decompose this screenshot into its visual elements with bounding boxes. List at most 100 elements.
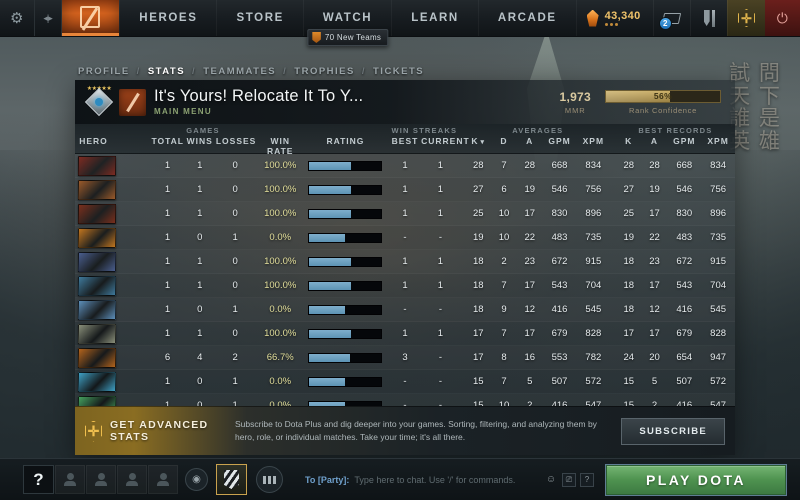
hero-portrait[interactable] [78, 396, 116, 406]
nav-item-learn[interactable]: LEARN [391, 0, 478, 36]
column-header-rec_gpm[interactable]: GPM [667, 136, 701, 146]
cell-winrate: 100.0% [264, 208, 297, 219]
hero-stats-table[interactable]: 1 1 0 100.0% 1 1 28 7 28 668 834 28 28 668 834 1 1 0 100.0… [75, 154, 735, 406]
hero-portrait[interactable] [78, 300, 116, 320]
hero-portrait[interactable] [78, 228, 116, 248]
cell-avg_k: 25 [472, 208, 484, 219]
nav-item-arcade[interactable]: ARCADE [477, 0, 576, 36]
hero-portrait[interactable] [78, 276, 116, 296]
hero-portrait[interactable] [78, 204, 116, 224]
column-header-avg_k[interactable]: K ▾ [465, 136, 491, 146]
cell-losses: 1 [232, 376, 238, 387]
gear-icon[interactable]: ⚙ [0, 0, 34, 36]
table-row[interactable]: 1 0 1 0.0% - -15 10 2 416 547 15 2 416 547 [75, 394, 735, 406]
nav-item-heroes[interactable]: HEROES [119, 0, 216, 36]
promo-text: Subscribe to Dota Plus and dig deeper in… [235, 419, 597, 442]
page-title: It's Yours! Relocate It To Y... [154, 86, 364, 105]
table-row[interactable]: 1 0 1 0.0% - - 18 9 12 416 545 18 12 416 545 [75, 298, 735, 322]
magnifier-icon[interactable]: ◉ [185, 468, 208, 491]
mail-icon[interactable]: 2 [652, 0, 690, 36]
cell-best: 1 [402, 280, 408, 291]
shard-counter[interactable]: 43,340 [575, 0, 653, 36]
column-header-avg_gpm[interactable]: GPM [543, 136, 577, 146]
cell-rec_k: 24 [623, 352, 635, 363]
breadcrumb-item-teammates[interactable]: TEAMMATES [203, 66, 276, 77]
cell-rec_xpm: 547 [710, 400, 727, 406]
hero-portrait[interactable] [78, 324, 116, 344]
cell-total: 1 [164, 304, 171, 315]
breadcrumb-item-trophies[interactable]: TROPHIES [294, 66, 355, 77]
column-header-wins[interactable]: WINS [184, 136, 216, 146]
table-row[interactable]: 1 0 1 0.0% - - 15 7 5 507 572 15 5 507 572 [75, 370, 735, 394]
nav-item-store[interactable]: STORE [216, 0, 302, 36]
armory-icon[interactable] [689, 0, 727, 36]
party-slot[interactable] [86, 465, 116, 494]
emoji-icon[interactable]: ☺ [544, 473, 558, 487]
column-header-avg_d[interactable]: D [491, 136, 517, 146]
cell-rec_xpm: 896 [710, 208, 727, 219]
cell-winrate: 0.0% [269, 304, 292, 315]
party-slot[interactable] [148, 465, 178, 494]
column-header-winrate[interactable]: WIN RATE [256, 136, 304, 156]
table-row[interactable]: 1 1 0 100.0% 1 1 28 7 28 668 834 28 28 668 834 [75, 154, 735, 178]
hero-portrait[interactable] [78, 372, 116, 392]
column-header-current[interactable]: CURRENT [421, 136, 469, 146]
column-header-rec_xpm[interactable]: XPM [701, 136, 735, 146]
hero-portrait[interactable] [78, 156, 116, 176]
cell-best: - [403, 400, 407, 406]
table-group-header: AVERAGES [512, 126, 564, 135]
hero-portrait[interactable] [78, 252, 116, 272]
cell-wins: 0 [197, 400, 203, 406]
back-arrow-icon[interactable]: ◂|▸ [33, 0, 62, 36]
column-header-total[interactable]: TOTAL [151, 136, 183, 146]
cell-avg_xpm: 704 [585, 280, 602, 291]
cell-best: - [403, 304, 407, 315]
dota-plus-icon[interactable]: ✛ [727, 0, 765, 36]
subscribe-button[interactable]: SUBSCRIBE [621, 417, 725, 445]
party-slot[interactable] [117, 465, 147, 494]
column-header-losses[interactable]: LOSSES [216, 136, 255, 146]
cell-rec_xpm: 756 [710, 184, 727, 195]
roster-icon[interactable] [256, 466, 283, 493]
column-header-avg_xpm[interactable]: XPM [576, 136, 610, 146]
cell-avg_xpm: 572 [585, 376, 602, 387]
power-icon[interactable]: ⏻ [764, 0, 800, 36]
chat-input[interactable]: To [Party]: Type here to chat. Use '/' f… [305, 467, 594, 492]
breadcrumb-item-profile[interactable]: PROFILE [78, 66, 130, 77]
cell-current: 1 [437, 184, 444, 195]
cell-avg_gpm: 507 [551, 376, 568, 387]
cell-avg_xpm: 896 [585, 208, 602, 219]
play-dota-button[interactable]: PLAY DOTA [606, 464, 786, 495]
nav-item-watch[interactable]: WATCH 70 New Teams [302, 0, 391, 46]
guild-banner-icon[interactable] [216, 464, 247, 495]
rating-bar-fill [309, 186, 352, 194]
table-row[interactable]: 1 0 1 0.0% - -19 10 22 483 735 19 22 483 735 [75, 226, 735, 250]
column-header-avg_a[interactable]: A [517, 136, 543, 146]
hero-portrait[interactable] [78, 180, 116, 200]
party-slot[interactable] [55, 465, 85, 494]
dota-logo-icon[interactable] [61, 0, 120, 36]
column-header-rec_a[interactable]: A [642, 136, 668, 146]
breadcrumb-item-stats[interactable]: STATS [148, 66, 185, 77]
breadcrumb-item-tickets[interactable]: TICKETS [373, 66, 424, 77]
column-header-rec_k[interactable]: K [616, 136, 642, 146]
party-self-avatar[interactable]: ? [23, 465, 54, 494]
help-icon[interactable]: ? [580, 472, 594, 487]
table-row[interactable]: 1 1 0 100.0% 1 1 25 10 17 830 896 25 17 830 896 [75, 202, 735, 226]
new-teams-badge[interactable]: 70 New Teams [306, 29, 389, 46]
cell-best: 1 [402, 256, 408, 267]
hero-portrait[interactable] [78, 348, 116, 368]
sticker-icon[interactable]: ⎚ [562, 472, 576, 487]
table-row[interactable]: 1 1 0 100.0% 1 1 27 6 19 546 756 27 19 546 756 [75, 178, 735, 202]
cell-avg_a: 22 [524, 232, 536, 243]
cell-current: 1 [437, 256, 444, 267]
column-header-rating[interactable]: RATING [308, 136, 382, 146]
table-row[interactable]: 1 1 0 100.0% 1 1 17 7 17 679 828 17 17 679 828 [75, 322, 735, 346]
column-header-best[interactable]: BEST [389, 136, 421, 146]
table-row[interactable]: 6 4 2 66.7% 3 - 17 8 16 553 782 24 20 654 947 [75, 346, 735, 370]
cell-wins: 0 [197, 304, 203, 315]
table-row[interactable]: 1 1 0 100.0% 1 1 18 7 17 543 704 18 17 543 704 [75, 274, 735, 298]
table-row[interactable]: 1 1 0 100.0% 1 1 18 2 23 672 915 18 23 672 915 [75, 250, 735, 274]
rating-bar [308, 329, 383, 339]
column-header-hero[interactable]: HERO [77, 136, 109, 146]
